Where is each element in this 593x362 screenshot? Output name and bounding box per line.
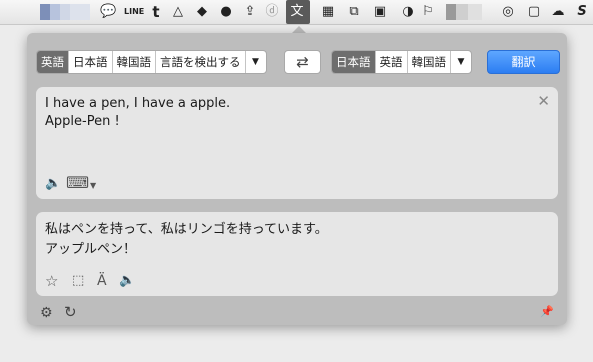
menu-bar: 💬 LINE t △ ◆ ● ⇪ ⓓ 文 ▦ ⧉ ▣ ◑ ⚐ ◎ ▢ ☁ S	[0, 0, 593, 25]
blurred-pixel-block	[50, 4, 60, 20]
blurred-pixel-block	[468, 4, 482, 20]
hat-icon[interactable]: ●	[218, 4, 234, 20]
clone-icon[interactable]: ⧉	[346, 4, 362, 20]
source-text-panel[interactable]: I have a pen, I have a apple. Apple-Pen …	[36, 87, 558, 199]
speaker-icon[interactable]: 🔈	[119, 273, 135, 289]
pin-icon[interactable]: 📌	[540, 304, 554, 320]
source-lang-detect[interactable]: 言語を検出する	[156, 51, 246, 73]
notes-icon[interactable]: ▢	[526, 4, 542, 20]
tumblr-icon[interactable]: t	[148, 4, 164, 20]
flag-icon[interactable]: ⚐	[420, 4, 436, 20]
target-lang-japanese[interactable]: 日本語	[332, 51, 376, 73]
activity-icon[interactable]: ◎	[500, 4, 516, 20]
copy-icon[interactable]: ⬚	[72, 273, 84, 289]
refresh-icon[interactable]: ↻	[64, 304, 77, 320]
blurred-pixel-block	[40, 4, 50, 20]
blurred-pixel-block	[70, 4, 90, 20]
star-icon[interactable]: ☆	[45, 273, 58, 289]
blurred-pixel-block	[446, 4, 456, 20]
blurred-pixel-block	[60, 4, 70, 20]
keyboard-icon[interactable]: ⌨	[66, 175, 89, 191]
speech-bubble-icon[interactable]: 💬	[100, 4, 116, 20]
translate-icon[interactable]: 文	[289, 4, 305, 20]
google-drive-icon[interactable]: △	[170, 4, 186, 20]
monitor-icon[interactable]: ▣	[372, 4, 388, 20]
window-grid-icon[interactable]: ▦	[320, 4, 336, 20]
toggle-icon[interactable]: ◑	[400, 4, 416, 20]
swap-languages-button[interactable]: ⇄	[284, 50, 321, 74]
line-app-icon[interactable]: LINE	[124, 4, 144, 20]
keyboard-dropdown-icon[interactable]: ▼	[90, 178, 96, 194]
blurred-pixel-block	[456, 4, 468, 20]
upload-icon[interactable]: ⇪	[242, 4, 258, 20]
s-logo-icon[interactable]: S	[574, 4, 590, 20]
translator-popover: 英語 日本語 韓国語 言語を検出する ▼ ⇄ 日本語 英語 韓国語 ▼ 翻訳 I…	[27, 33, 567, 325]
target-lang-dropdown-icon[interactable]: ▼	[451, 51, 471, 73]
target-lang-english[interactable]: 英語	[376, 51, 408, 73]
target-lang-korean[interactable]: 韓国語	[408, 51, 451, 73]
target-language-selector: 日本語 英語 韓国語 ▼	[331, 50, 472, 74]
clear-icon[interactable]: ✕	[537, 92, 550, 110]
translation-output-text: 私はペンを持って、私はリンゴを持っています。 アップルペン！	[45, 222, 328, 257]
translate-button[interactable]: 翻訳	[487, 50, 560, 74]
source-text-input[interactable]: I have a pen, I have a apple. Apple-Pen …	[45, 95, 528, 131]
source-language-selector: 英語 日本語 韓国語 言語を検出する ▼	[36, 50, 267, 74]
swap-arrows-icon: ⇄	[296, 53, 309, 71]
source-lang-korean[interactable]: 韓国語	[113, 51, 156, 73]
settings-gear-icon[interactable]: ⚙	[40, 305, 53, 321]
translation-output-panel: 私はペンを持って、私はリンゴを持っています。 アップルペン！ ☆ ⬚ Ä 🔈	[36, 212, 558, 296]
cloud-icon[interactable]: ☁	[550, 4, 566, 20]
source-lang-japanese[interactable]: 日本語	[69, 51, 113, 73]
shape-icon[interactable]: ◆	[194, 4, 210, 20]
speaker-icon[interactable]: 🔈	[45, 176, 61, 192]
dashlane-icon[interactable]: ⓓ	[264, 4, 280, 20]
source-lang-english[interactable]: 英語	[37, 51, 69, 73]
source-lang-dropdown-icon[interactable]: ▼	[246, 51, 266, 73]
font-size-icon[interactable]: Ä	[97, 273, 107, 289]
